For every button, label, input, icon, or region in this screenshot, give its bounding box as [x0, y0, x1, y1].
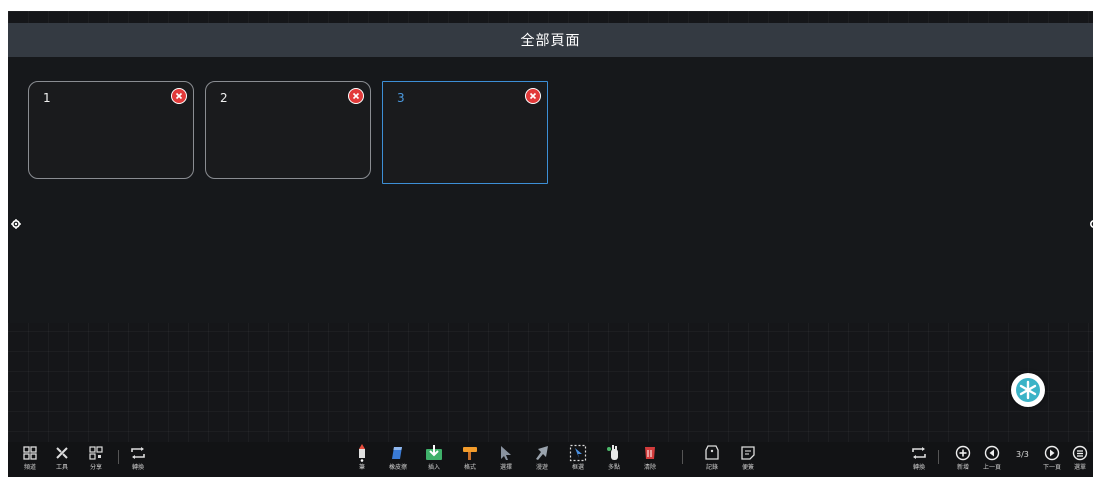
page-indicator: 3/3 — [1016, 450, 1029, 459]
whiteboard-canvas[interactable]: 全部頁面 1 2 3 頻道 工具 分享 轉換 筆 橡皮擦 插入 格式 選擇 漫遊… — [8, 11, 1093, 477]
toolbar-label: 新增 — [956, 464, 969, 471]
toolbar-pen[interactable]: 筆 — [348, 444, 376, 474]
toolbar-tools[interactable]: 工具 — [48, 444, 76, 474]
page-number: 1 — [43, 91, 51, 105]
toolbar-divider — [682, 450, 683, 464]
switch-icon — [129, 444, 147, 462]
toolbar-clear[interactable]: 清除 — [636, 444, 664, 474]
toolbar-switch[interactable]: 轉換 — [124, 444, 152, 474]
toolbar-label: 選擇 — [499, 464, 512, 471]
menu-icon — [1071, 444, 1089, 462]
qrcode-icon — [87, 444, 105, 462]
toolbar-lasso[interactable]: 框選 — [564, 444, 592, 474]
tag-icon — [703, 444, 721, 462]
note-icon — [739, 444, 757, 462]
page-thumbnail-3[interactable]: 3 — [382, 81, 548, 184]
toolbar-label: 工具 — [55, 464, 68, 471]
toolbar-grid[interactable]: 頻道 — [16, 444, 44, 474]
toolbar-format[interactable]: 格式 — [456, 444, 484, 474]
toolbar-label: 下一頁 — [1042, 464, 1061, 471]
toolbar-multitouch[interactable]: 多點 — [600, 444, 628, 474]
select-icon — [497, 444, 515, 462]
brush-icon — [461, 444, 479, 462]
toolbar-label: 格式 — [463, 464, 476, 471]
prev-page-icon — [983, 444, 1001, 462]
close-icon[interactable] — [171, 88, 187, 104]
pen-icon — [353, 444, 371, 462]
floating-menu-button[interactable] — [1011, 373, 1045, 407]
grid-icon — [21, 444, 39, 462]
toolbar-share[interactable]: 分享 — [82, 444, 110, 474]
toolbar-label: 選單 — [1073, 464, 1086, 471]
tools-icon — [53, 444, 71, 462]
switch-icon — [910, 444, 928, 462]
page-number: 3 — [397, 91, 405, 105]
page-title: 全部頁面 — [520, 33, 581, 49]
toolbar-prev-page[interactable]: 上一頁 — [978, 444, 1006, 474]
toolbar-next-page[interactable]: 下一頁 — [1038, 444, 1066, 474]
clear-icon — [641, 444, 659, 462]
toolbar-add-page[interactable]: 新增 — [949, 444, 977, 474]
toolbar-label: 上一頁 — [982, 464, 1001, 471]
toolbar-roam[interactable]: 漫遊 — [528, 444, 556, 474]
close-icon[interactable] — [525, 88, 541, 104]
left-gear-icon[interactable] — [11, 219, 21, 229]
toolbar-label: 便簽 — [741, 464, 754, 471]
toolbar-record[interactable]: 記錄 — [698, 444, 726, 474]
add-page-icon — [954, 444, 972, 462]
toolbar-insert[interactable]: 插入 — [420, 444, 448, 474]
toolbar-label: 轉換 — [912, 464, 925, 471]
page-number: 2 — [220, 91, 228, 105]
title-bar: 全部頁面 — [8, 23, 1093, 57]
eraser-icon — [389, 444, 407, 462]
snowflake-icon — [1016, 378, 1040, 402]
toolbar-label: 筆 — [358, 464, 365, 471]
toolbar-divider — [118, 450, 119, 464]
toolbar-note[interactable]: 便簽 — [734, 444, 762, 474]
toolbar-eraser[interactable]: 橡皮擦 — [384, 444, 412, 474]
toolbar-divider — [938, 450, 939, 464]
toolbar-label: 記錄 — [705, 464, 718, 471]
bottom-toolbar: 頻道 工具 分享 轉換 筆 橡皮擦 插入 格式 選擇 漫遊 框選 多點 清除 記… — [8, 442, 1093, 477]
multitouch-icon — [605, 444, 623, 462]
toolbar-label: 插入 — [427, 464, 440, 471]
page-overview-panel: 1 2 3 — [8, 57, 1093, 323]
toolbar-label: 分享 — [89, 464, 102, 471]
toolbar-label: 頻道 — [23, 464, 36, 471]
toolbar-label: 橡皮擦 — [388, 464, 407, 471]
right-gear-icon[interactable] — [1089, 219, 1093, 229]
toolbar-label: 轉換 — [131, 464, 144, 471]
page-thumbnail-2[interactable]: 2 — [205, 81, 371, 179]
toolbar-switch-right[interactable]: 轉換 — [905, 444, 933, 474]
toolbar-label: 漫遊 — [535, 464, 548, 471]
next-page-icon — [1043, 444, 1061, 462]
page-thumbnail-1[interactable]: 1 — [28, 81, 194, 179]
toolbar-label: 多點 — [607, 464, 620, 471]
lasso-icon — [569, 444, 587, 462]
close-icon[interactable] — [348, 88, 364, 104]
toolbar-menu[interactable]: 選單 — [1066, 444, 1093, 474]
toolbar-select[interactable]: 選擇 — [492, 444, 520, 474]
insert-icon — [425, 444, 443, 462]
pointer-icon — [533, 444, 551, 462]
toolbar-label: 框選 — [571, 464, 584, 471]
toolbar-label: 清除 — [643, 464, 656, 471]
